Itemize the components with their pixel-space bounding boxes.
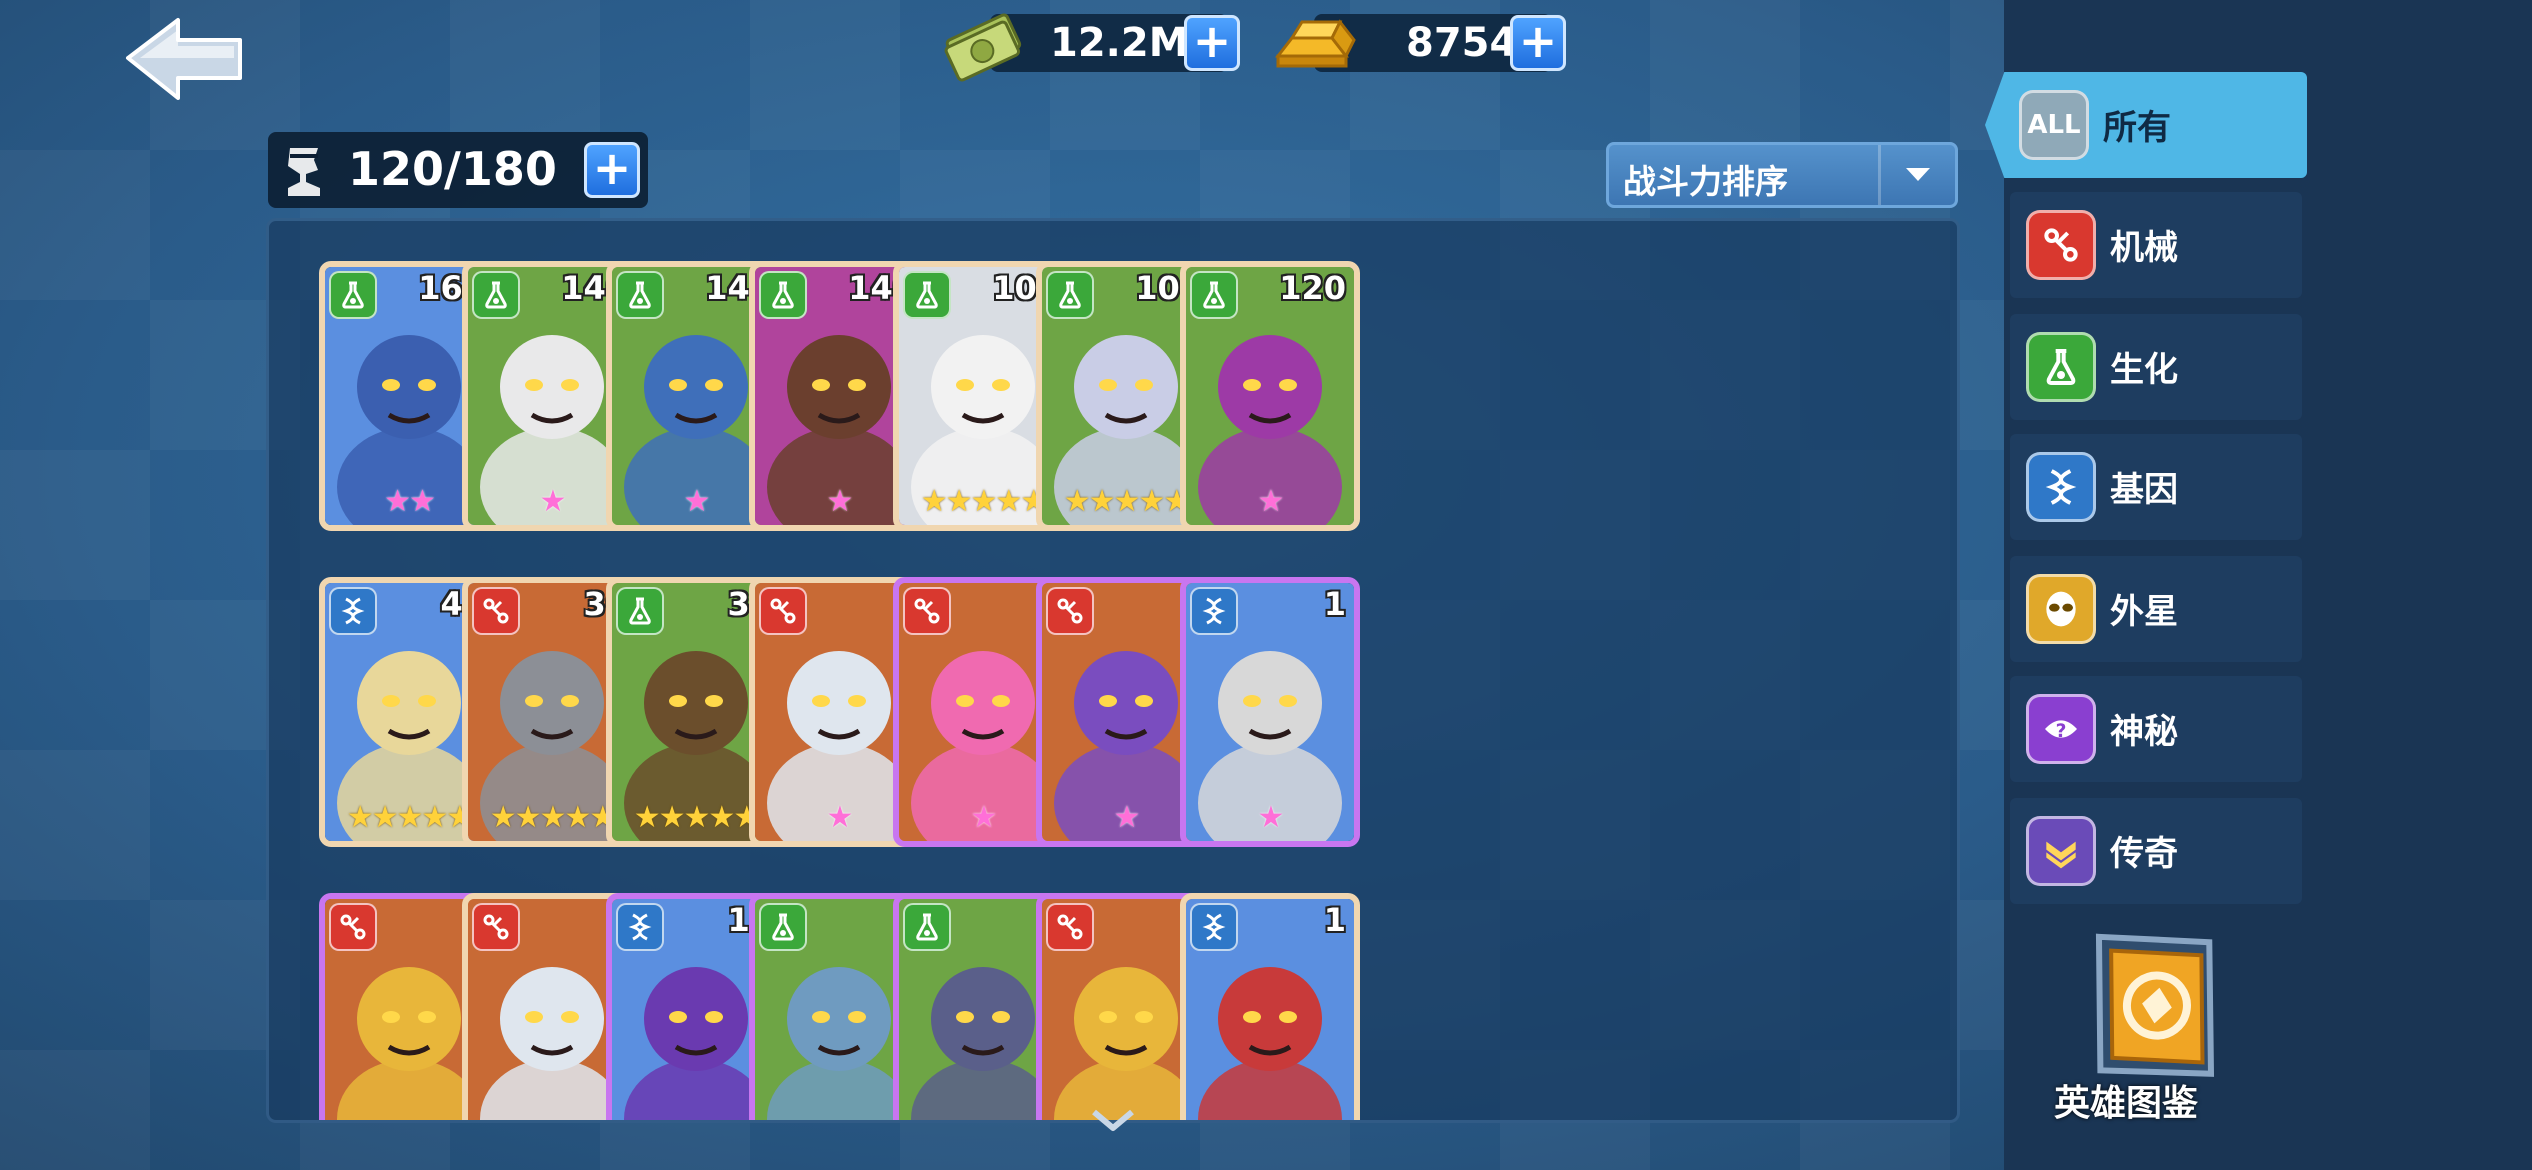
alien-icon — [2026, 574, 2096, 644]
gold-display: 8754 + — [1270, 0, 1570, 86]
hero-codex-label: 英雄图鉴 — [2054, 1083, 2199, 1124]
hero-level: 1 — [1323, 585, 1346, 623]
mystery-icon: ? — [2026, 694, 2096, 764]
gene-clan-icon — [616, 903, 664, 951]
back-arrow-icon[interactable] — [120, 10, 250, 110]
chevron-down-icon[interactable] — [1878, 145, 1955, 205]
bio-clan-icon — [903, 271, 951, 319]
add-cash-button[interactable]: + — [1184, 15, 1240, 71]
mech-clan-icon — [759, 587, 807, 635]
bio-clan-icon — [1190, 271, 1238, 319]
mech-clan-icon — [1046, 903, 1094, 951]
bio-clan-icon — [759, 271, 807, 319]
mech-clan-icon — [472, 587, 520, 635]
tab-label: 神秘 — [2110, 712, 2178, 752]
bio-clan-icon — [329, 271, 377, 319]
tab-label: 所有 — [2103, 108, 2171, 148]
bio-flask-icon — [2026, 332, 2096, 402]
sort-label: 战斗力排序 — [1623, 162, 1788, 201]
hero-stars: ★ — [1257, 484, 1285, 519]
hero-card[interactable]: 1★ — [1180, 577, 1360, 847]
hero-level: 1 — [1323, 901, 1346, 939]
hero-level: 120 — [1279, 269, 1346, 307]
svg-text:?: ? — [2056, 721, 2067, 742]
hero-card[interactable]: 1 — [1180, 893, 1360, 1120]
tab-label: 外星 — [2110, 592, 2178, 632]
tab-dna[interactable]: 基因 — [2010, 434, 2302, 540]
hero-stars: ★ — [1257, 800, 1285, 835]
mech-clan-icon — [329, 903, 377, 951]
sort-dropdown[interactable]: 战斗力排序 — [1606, 142, 1958, 208]
hero-capacity: 120/180 + — [268, 132, 648, 208]
mech-icon — [2026, 210, 2096, 280]
gold-bar-icon — [1274, 19, 1356, 68]
tab-mech[interactable]: 机械 — [2010, 192, 2302, 298]
tab-bio-flask[interactable]: 生化 — [2010, 314, 2302, 420]
add-capacity-button[interactable]: + — [584, 142, 640, 198]
gene-clan-icon — [1190, 903, 1238, 951]
bio-clan-icon — [903, 903, 951, 951]
bio-clan-icon — [616, 271, 664, 319]
tab-label: 生化 — [2110, 350, 2178, 390]
bio-clan-icon — [1046, 271, 1094, 319]
gene-clan-icon — [1190, 587, 1238, 635]
add-gold-button[interactable]: + — [1510, 15, 1566, 71]
cash-stack-icon — [944, 13, 1022, 82]
tab-label: 传奇 — [2110, 834, 2178, 874]
all-icon: ALL — [2019, 90, 2089, 160]
dna-icon — [2026, 452, 2096, 522]
capacity-value: 120/180 — [348, 142, 557, 196]
scroll-down-chevron-icon — [1092, 1109, 1134, 1131]
cash-value: 12.2M — [1050, 20, 1189, 66]
tab-label: 机械 — [2110, 228, 2178, 268]
mech-clan-icon — [1046, 587, 1094, 635]
mech-clan-icon — [472, 903, 520, 951]
hero-card[interactable]: 120 ★ — [1180, 261, 1360, 531]
tab-label: 基因 — [2110, 470, 2178, 510]
legend-icon — [2026, 816, 2096, 886]
bio-clan-icon — [472, 271, 520, 319]
tab-legend[interactable]: 传奇 — [2010, 798, 2302, 904]
tab-alien[interactable]: 外星 — [2010, 556, 2302, 662]
mech-clan-icon — [903, 587, 951, 635]
bio-clan-icon — [759, 903, 807, 951]
bio-clan-icon — [616, 587, 664, 635]
hero-grid[interactable]: 160 ★★ 140 ★ 140 ★ 140 ★ 100 ★★★★★ 100 ★★★★★ 120 ★ 40 ★… — [266, 218, 1960, 1123]
cash-display: 12.2M + — [940, 0, 1240, 86]
hero-bust-icon — [288, 148, 320, 196]
all-icon-text: ALL — [2027, 110, 2081, 140]
tab-mystery[interactable]: ? 神秘 — [2010, 676, 2302, 782]
gene-clan-icon — [329, 587, 377, 635]
tab-all[interactable]: ALL 所有 — [1985, 72, 2307, 178]
gold-value: 8754 — [1406, 20, 1518, 66]
